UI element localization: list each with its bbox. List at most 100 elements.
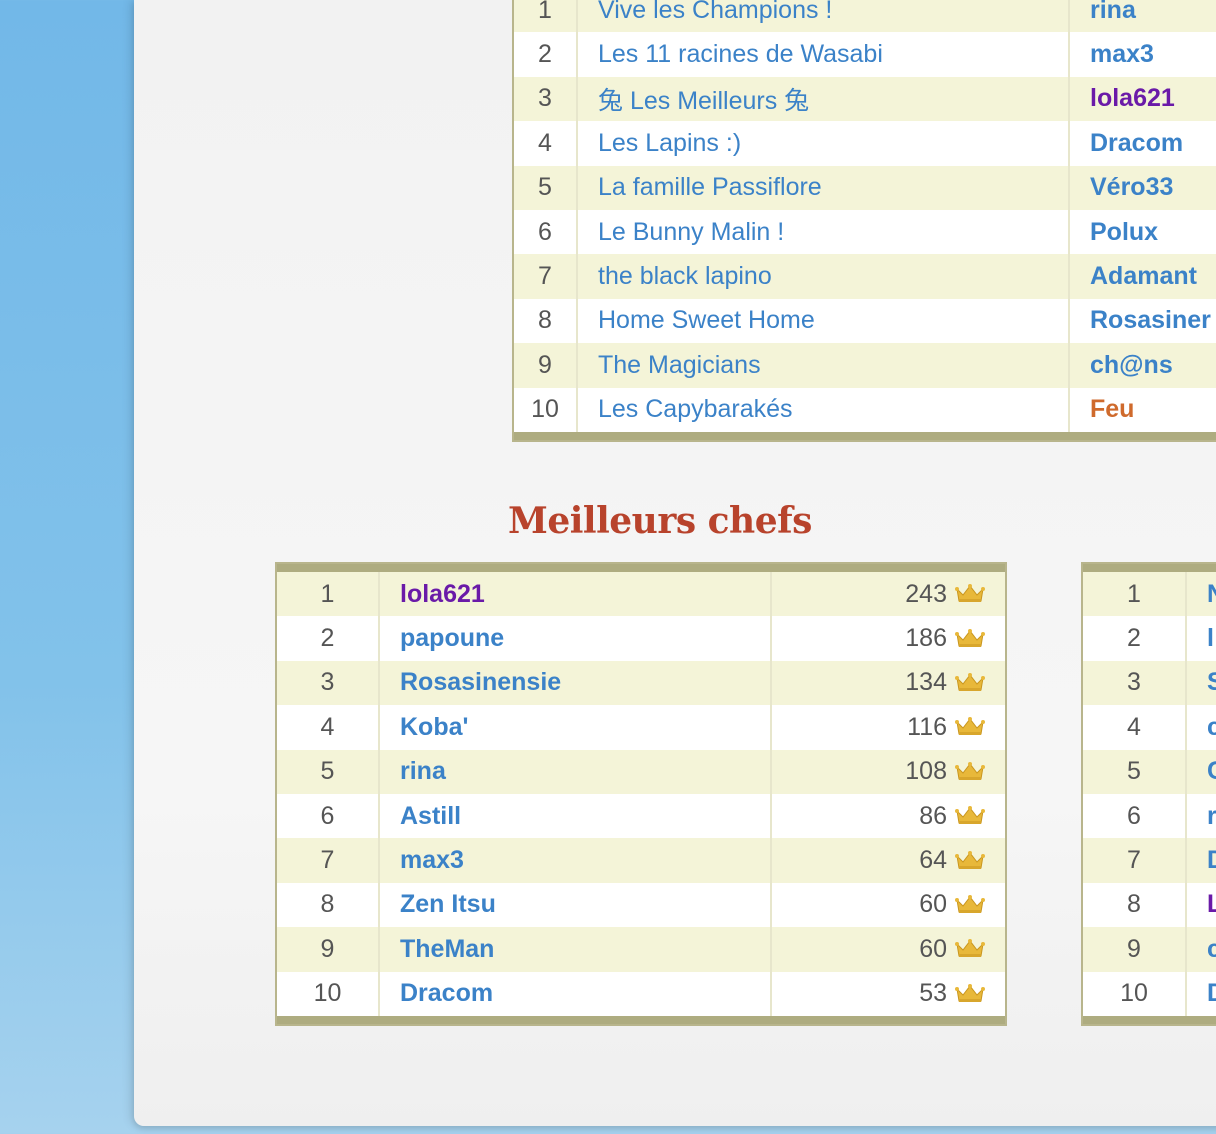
table-row: 10 Dracom 53	[277, 971, 1005, 1016]
chef-name-link[interactable]: Astill	[380, 793, 772, 839]
crown-icon	[955, 894, 985, 915]
rank-cell: 4	[1083, 705, 1187, 750]
table-row: 4 Les Lapins :) Dracom	[514, 121, 1216, 166]
chef-name-link[interactable]: lola621	[380, 572, 772, 617]
name-link[interactable]: r	[1187, 794, 1216, 838]
points-value: 134	[905, 668, 947, 697]
team-name-link[interactable]: Home Sweet Home	[578, 298, 1070, 344]
table-footer-bar	[1083, 1015, 1216, 1024]
table-row: 7 the black lapino Adamant	[514, 254, 1216, 299]
table-row: 1N	[1083, 572, 1216, 617]
table-row: 1 Vive les Champions ! rina	[514, 0, 1216, 33]
chef-name-link[interactable]: max3	[380, 838, 772, 883]
points-cell: 108	[772, 750, 1005, 794]
crown-icon	[955, 628, 985, 649]
owner-link[interactable]: Dracom	[1070, 121, 1216, 165]
table-row: 5 rina 108	[277, 749, 1005, 794]
table-row: 6 Astill 86	[277, 793, 1005, 839]
table-row: 8 Home Sweet Home Rosasiner	[514, 298, 1216, 344]
name-link[interactable]: l	[1187, 616, 1216, 660]
chef-name-link[interactable]: rina	[380, 749, 772, 794]
team-name-link[interactable]: Les 11 racines de Wasabi	[578, 32, 1070, 77]
points-value: 116	[907, 712, 947, 741]
rank-cell: 3	[514, 76, 578, 122]
team-name-link[interactable]: La famille Passiflore	[578, 165, 1070, 210]
team-name-link[interactable]: Les Capybarakés	[578, 387, 1070, 432]
table-row: 3兔 Les Meilleurs 兔 lola621	[514, 76, 1216, 122]
rank-cell: 6	[277, 793, 380, 839]
rank-cell: 1	[277, 572, 380, 617]
crown-icon	[955, 806, 985, 826]
table-row: 10D	[1083, 971, 1216, 1016]
owner-link[interactable]: Polux	[1070, 210, 1216, 254]
rank-cell: 10	[1083, 971, 1187, 1016]
points-cell: 116	[772, 705, 1005, 749]
name-link[interactable]: L	[1187, 883, 1216, 927]
rank-cell: 4	[277, 705, 380, 750]
owner-link[interactable]: Véro33	[1070, 166, 1216, 210]
table-row: 1 lola621 243	[277, 572, 1005, 617]
side-table: 1N2l3S4c5C6r7D8L9c10D	[1081, 562, 1216, 1026]
owner-link[interactable]: max3	[1070, 32, 1216, 76]
owner-link[interactable]: Rosasiner	[1070, 299, 1216, 343]
team-name-link[interactable]: 兔 Les Meilleurs 兔	[578, 76, 1070, 122]
name-link[interactable]: N	[1187, 572, 1216, 616]
table-row: 3S	[1083, 660, 1216, 706]
owner-link[interactable]: Feu	[1070, 388, 1216, 432]
chef-name-link[interactable]: TheMan	[380, 927, 772, 972]
crown-icon	[955, 850, 985, 871]
rank-cell: 9	[277, 927, 380, 972]
chef-name-link[interactable]: Koba'	[380, 705, 772, 750]
name-link[interactable]: C	[1187, 750, 1216, 794]
points-cell: 243	[772, 572, 1005, 616]
chef-name-link[interactable]: Zen Itsu	[380, 882, 772, 928]
table-row: 5C	[1083, 749, 1216, 794]
rank-cell: 4	[514, 121, 578, 166]
rank-cell: 8	[514, 298, 578, 344]
table-row: 5 La famille Passiflore Véro33	[514, 165, 1216, 210]
owner-link[interactable]: lola621	[1070, 77, 1216, 121]
crown-icon	[955, 761, 985, 782]
table-row: 9c	[1083, 927, 1216, 972]
chef-name-link[interactable]: papoune	[380, 616, 772, 661]
table-header-bar	[277, 564, 1005, 572]
crown-icon	[955, 983, 985, 1004]
team-name-link[interactable]: Le Bunny Malin !	[578, 209, 1070, 255]
points-value: 243	[905, 579, 947, 608]
owner-link[interactable]: rina	[1070, 0, 1216, 32]
table-row: 6 Le Bunny Malin ! Polux	[514, 209, 1216, 255]
rank-cell: 3	[277, 660, 380, 706]
name-link[interactable]: S	[1187, 661, 1216, 705]
name-link[interactable]: c	[1187, 927, 1216, 971]
rank-cell: 2	[514, 32, 578, 77]
rank-cell: 1	[514, 0, 578, 33]
rank-cell: 5	[514, 165, 578, 210]
rank-cell: 8	[277, 882, 380, 928]
rank-cell: 8	[1083, 882, 1187, 928]
name-link[interactable]: D	[1187, 838, 1216, 882]
points-cell: 186	[772, 616, 1005, 660]
team-name-link[interactable]: Vive les Champions !	[578, 0, 1070, 33]
rank-cell: 5	[277, 749, 380, 794]
crown-icon	[955, 672, 985, 693]
chef-name-link[interactable]: Dracom	[380, 971, 772, 1016]
rank-cell: 2	[277, 616, 380, 661]
points-value: 60	[919, 934, 947, 963]
team-name-link[interactable]: The Magicians	[578, 343, 1070, 388]
rank-cell: 9	[514, 343, 578, 388]
rank-cell: 7	[514, 254, 578, 299]
table-footer-bar	[514, 431, 1216, 440]
table-row: 2 Les 11 racines de Wasabi max3	[514, 32, 1216, 77]
points-cell: 134	[772, 661, 1005, 705]
chef-name-link[interactable]: Rosasinensie	[380, 660, 772, 706]
owner-link[interactable]: Adamant	[1070, 254, 1216, 298]
name-link[interactable]: D	[1187, 972, 1216, 1016]
points-cell: 60	[772, 883, 1005, 927]
rank-cell: 7	[1083, 838, 1187, 883]
owner-link[interactable]: ch@ns	[1070, 343, 1216, 387]
name-link[interactable]: c	[1187, 705, 1216, 749]
team-name-link[interactable]: the black lapino	[578, 254, 1070, 299]
table-header-bar	[1083, 564, 1216, 572]
points-value: 86	[919, 801, 947, 830]
team-name-link[interactable]: Les Lapins :)	[578, 121, 1070, 166]
